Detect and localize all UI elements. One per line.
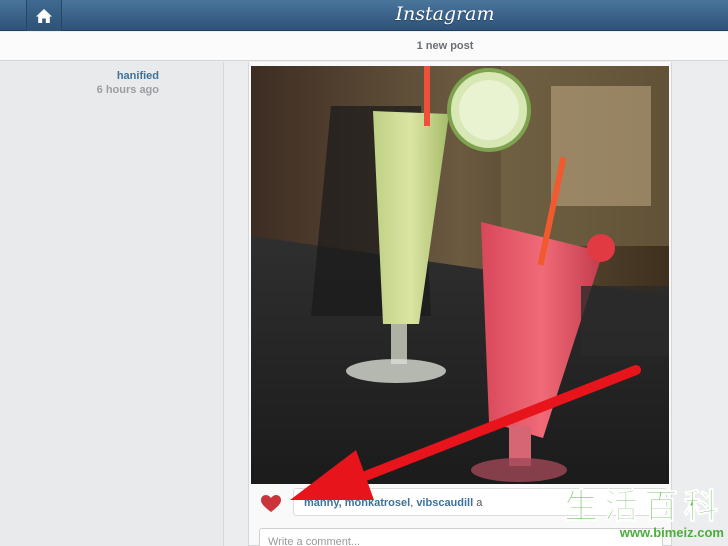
likes-prefix[interactable]: manny,: [304, 497, 342, 509]
like-button[interactable]: [257, 492, 285, 516]
app-title: Instagram: [395, 3, 495, 25]
watermark: 生活百科 www.bimeiz.com: [564, 488, 725, 541]
post-author-block: hanified 6 hours ago: [97, 70, 159, 96]
top-navigation-bar: Instagram: [0, 0, 728, 31]
post-sidebar: hanified 6 hours ago: [0, 62, 224, 546]
post-card: manny, monkatrosel, vibscaudill a: [248, 62, 672, 546]
post-timestamp: 6 hours ago: [96, 84, 159, 96]
author-username[interactable]: hanified: [97, 70, 159, 82]
new-post-banner[interactable]: 1 new post: [0, 32, 728, 61]
watermark-title: 生活百科: [564, 488, 724, 526]
post-photo[interactable]: [251, 66, 669, 484]
heart-icon: [261, 495, 281, 512]
liker-name[interactable]: monkatrosel: [345, 497, 410, 509]
new-post-text: 1 new post: [416, 40, 474, 52]
liker-name[interactable]: vibscaudill: [416, 497, 473, 509]
photo-drinks-image: [251, 66, 669, 484]
likes-suffix: a: [476, 497, 483, 509]
watermark-url: www.bimeiz.com: [619, 525, 724, 540]
